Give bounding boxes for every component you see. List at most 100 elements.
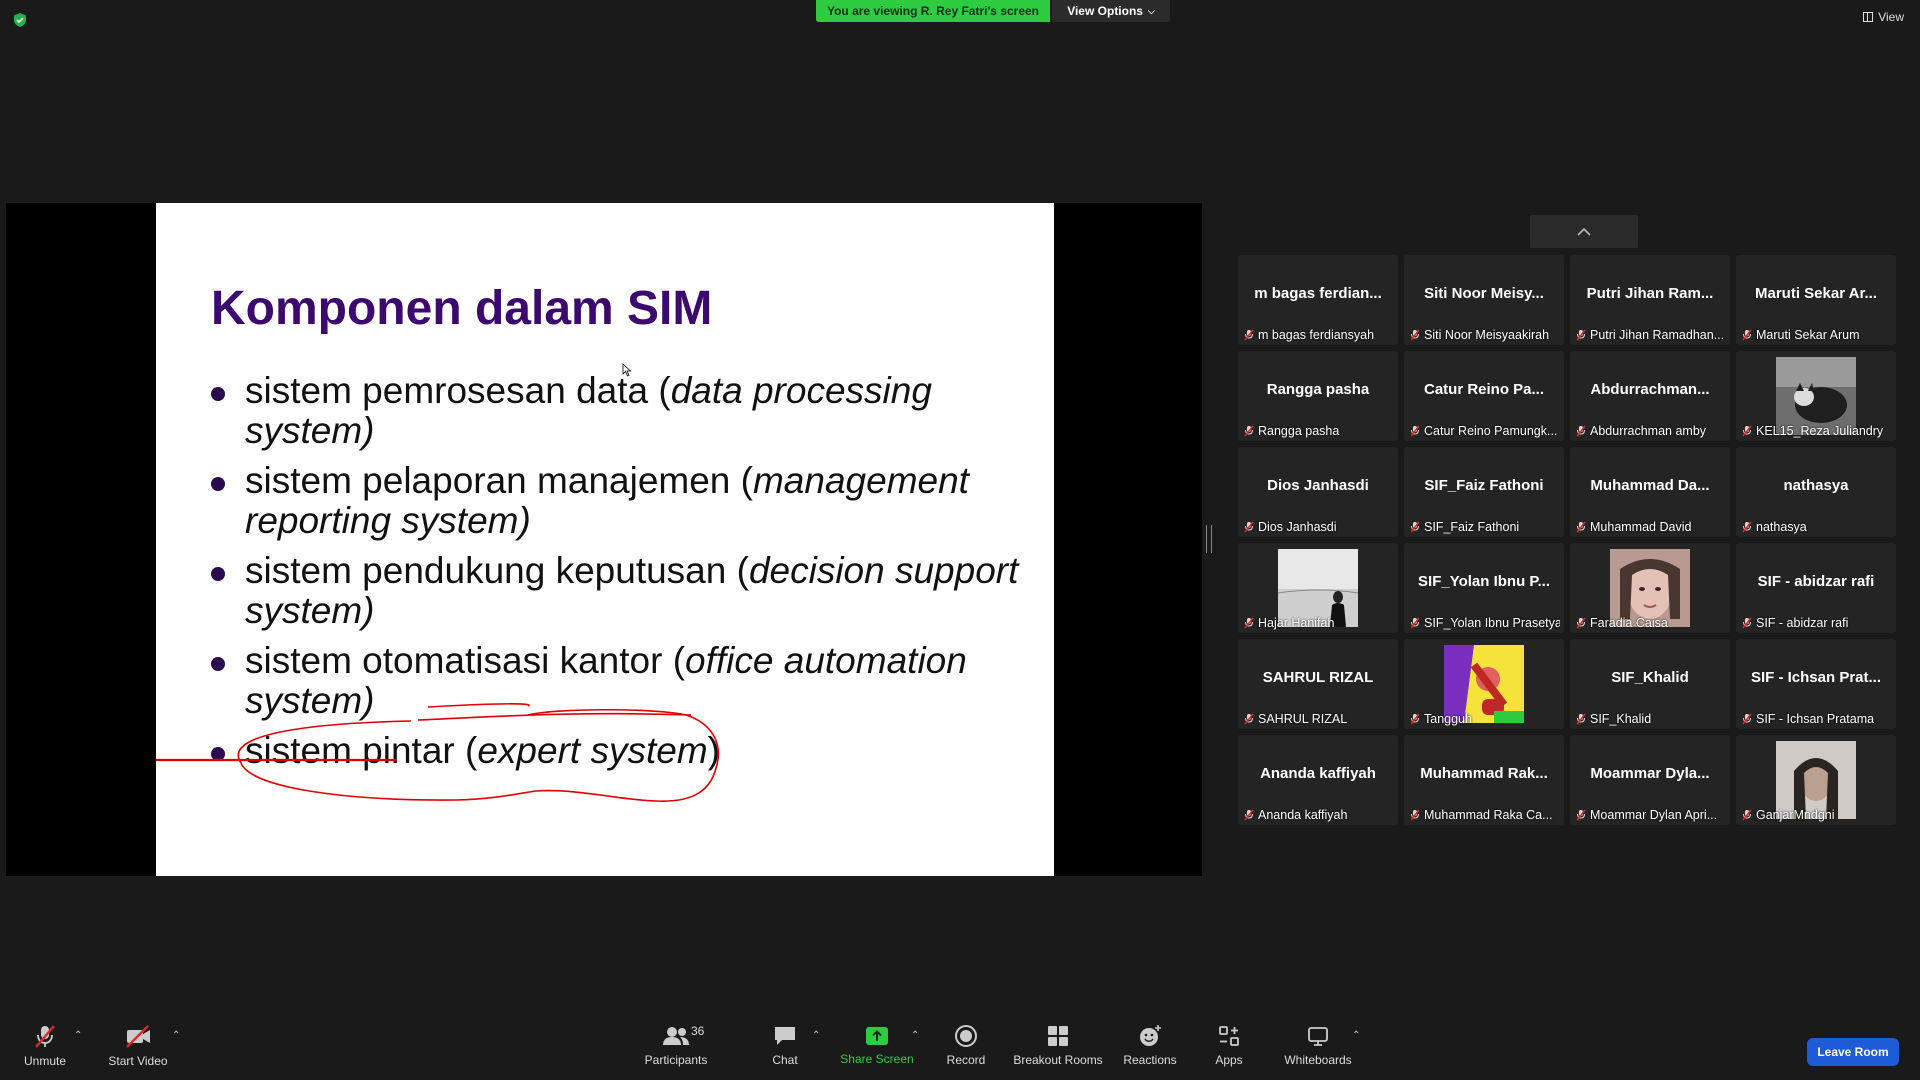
participant-name-label: Siti Noor Meisyaakirah: [1410, 328, 1560, 342]
apps-button[interactable]: Apps: [1212, 1010, 1246, 1080]
unmute-button[interactable]: Unmute: [20, 1010, 70, 1080]
apps-icon: [1219, 1025, 1239, 1046]
participant-display-name: Maruti Sekar Ar...: [1755, 285, 1877, 302]
participants-button[interactable]: Participants 36: [640, 1010, 712, 1080]
participant-tile[interactable]: Hajar Hanifah: [1238, 543, 1398, 633]
bullet-dot-icon: [211, 477, 225, 491]
presentation-slide: Komponen dalam SIM sistem pemrosesan dat…: [156, 203, 1054, 876]
shared-screen[interactable]: Komponen dalam SIM sistem pemrosesan dat…: [6, 203, 1202, 876]
panel-resize-handle[interactable]: [1206, 525, 1212, 553]
slide-bullet-list: sistem pemrosesan data (data processing …: [211, 371, 1021, 781]
participant-name-label: m bagas ferdiansyah: [1244, 328, 1394, 342]
record-icon: [955, 1024, 977, 1047]
reactions-smiley-icon: [1140, 1024, 1161, 1046]
bullet-dot-icon: [211, 567, 225, 581]
participant-tile[interactable]: m bagas ferdian... m bagas ferdiansyah: [1238, 255, 1398, 345]
muted-mic-icon: [1576, 809, 1586, 821]
participant-tile[interactable]: Faradia Caisa: [1570, 543, 1730, 633]
participant-name-label: SIF - Ichsan Pratama: [1742, 712, 1892, 726]
video-options-caret-icon[interactable]: ⌃: [172, 1030, 180, 1041]
chat-button[interactable]: Chat: [765, 1010, 805, 1080]
participant-tile[interactable]: Muhammad Da... Muhammad David: [1570, 447, 1730, 537]
participant-display-name: Ananda kaffiyah: [1260, 765, 1376, 782]
participant-tile[interactable]: Ananda kaffiyah Ananda kaffiyah: [1238, 735, 1398, 825]
muted-mic-icon: [1742, 425, 1752, 437]
participant-name-label: Moammar Dylan Apri...: [1576, 808, 1726, 822]
breakout-rooms-button[interactable]: Breakout Rooms: [1013, 1010, 1103, 1080]
muted-mic-icon: [1742, 521, 1752, 533]
participant-display-name: SIF_Khalid: [1611, 669, 1689, 686]
audio-options-caret-icon[interactable]: ⌃: [74, 1030, 82, 1041]
breakout-rooms-icon: [1048, 1025, 1068, 1046]
breakout-rooms-label: Breakout Rooms: [1013, 1052, 1103, 1067]
participant-tile[interactable]: SIF_Faiz Fathoni SIF_Faiz Fathoni: [1404, 447, 1564, 537]
muted-mic-icon: [1410, 809, 1420, 821]
participant-tile[interactable]: Catur Reino Pa... Catur Reino Pamungk...: [1404, 351, 1564, 441]
participant-name-label: SIF_Khalid: [1576, 712, 1726, 726]
record-button[interactable]: Record: [944, 1010, 988, 1080]
participant-name-label: SIF_Faiz Fathoni: [1410, 520, 1560, 534]
muted-mic-icon: [1244, 617, 1254, 629]
gallery-page-up-button[interactable]: [1530, 215, 1638, 248]
reactions-button[interactable]: Reactions: [1123, 1010, 1177, 1080]
participant-display-name: SIF - Ichsan Prat...: [1750, 669, 1882, 686]
participant-tile[interactable]: Tangguh: [1404, 639, 1564, 729]
share-options-caret-icon[interactable]: ⌃: [911, 1030, 919, 1041]
participant-label-text: Siti Noor Meisyaakirah: [1424, 328, 1550, 342]
participants-label: Participants: [644, 1052, 708, 1067]
slide-bullet: sistem pemrosesan data (data processing …: [211, 371, 1021, 451]
participant-tile[interactable]: Putri Jihan Ram... Putri Jihan Ramadhan..…: [1570, 255, 1730, 345]
chat-options-caret-icon[interactable]: ⌃: [812, 1030, 820, 1041]
security-shield-icon[interactable]: [12, 12, 28, 28]
meeting-toolbar: Unmute ⌃ Start Video ⌃ Participants 36 C…: [0, 1010, 1920, 1080]
participant-tile[interactable]: Muhammad Rak... Muhammad Raka Ca...: [1404, 735, 1564, 825]
whiteboards-options-caret-icon[interactable]: ⌃: [1352, 1030, 1360, 1041]
participant-tile[interactable]: SAHRUL RIZAL SAHRUL RIZAL: [1238, 639, 1398, 729]
participant-tile[interactable]: SIF_Yolan Ibnu P... SIF_Yolan Ibnu Praset…: [1404, 543, 1564, 633]
leave-room-button[interactable]: Leave Room: [1807, 1038, 1899, 1066]
bullet-dot-icon: [211, 387, 225, 401]
whiteboards-button[interactable]: Whiteboards: [1282, 1010, 1354, 1080]
participant-name-label: Tangguh: [1410, 712, 1560, 726]
participant-name-label: Putri Jihan Ramadhan...: [1576, 328, 1726, 342]
muted-mic-icon: [1244, 425, 1254, 437]
whiteboards-label: Whiteboards: [1284, 1052, 1352, 1067]
participant-display-name: SIF - abidzar rafi: [1757, 573, 1875, 590]
participant-tile[interactable]: SIF_Khalid SIF_Khalid: [1570, 639, 1730, 729]
participant-label-text: SIF - Ichsan Pratama: [1756, 712, 1875, 726]
participant-tile[interactable]: Moammar Dyla... Moammar Dylan Apri...: [1570, 735, 1730, 825]
participant-display-name: SAHRUL RIZAL: [1262, 669, 1374, 686]
participant-tile[interactable]: SIF - abidzar rafi SIF - abidzar rafi: [1736, 543, 1896, 633]
participant-tile[interactable]: Rangga pasha Rangga pasha: [1238, 351, 1398, 441]
slide-bullet: sistem otomatisasi kantor (office automa…: [211, 641, 1021, 721]
muted-mic-icon: [1410, 617, 1420, 629]
slide-bullet: sistem pintar (expert system): [211, 731, 1021, 771]
view-label: View: [1878, 10, 1904, 24]
participant-label-text: Muhammad Raka Ca...: [1424, 808, 1553, 822]
participant-label-text: Muhammad David: [1590, 520, 1692, 534]
participant-name-label: Rangga pasha: [1244, 424, 1394, 438]
participant-tile[interactable]: Dios Janhasdi Dios Janhasdi: [1238, 447, 1398, 537]
participant-display-name: nathasya: [1783, 477, 1849, 494]
participant-tile[interactable]: Abdurrachman... Abdurrachman amby: [1570, 351, 1730, 441]
participant-tile[interactable]: GanjarMndgni: [1736, 735, 1896, 825]
view-button[interactable]: View: [1863, 10, 1904, 24]
participant-tile[interactable]: SIF - Ichsan Prat... SIF - Ichsan Pratama: [1736, 639, 1896, 729]
start-video-label: Start Video: [108, 1053, 168, 1068]
participant-tile[interactable]: KEL15_Reza Juliandry: [1736, 351, 1896, 441]
participant-tile[interactable]: Maruti Sekar Ar... Maruti Sekar Arum: [1736, 255, 1896, 345]
slide-bullet: sistem pendukung keputusan (decision sup…: [211, 551, 1021, 631]
participant-label-text: nathasya: [1756, 520, 1807, 534]
participant-tile[interactable]: nathasya nathasya: [1736, 447, 1896, 537]
start-video-button[interactable]: Start Video: [105, 1010, 171, 1080]
share-screen-button[interactable]: Share Screen: [838, 1010, 916, 1080]
muted-mic-icon: [1410, 425, 1420, 437]
view-options-button[interactable]: View Options ⌵: [1052, 0, 1170, 22]
participant-label-text: Maruti Sekar Arum: [1756, 328, 1860, 342]
participant-display-name: Abdurrachman...: [1590, 381, 1710, 398]
participant-label-text: Rangga pasha: [1258, 424, 1340, 438]
participant-name-label: SAHRUL RIZAL: [1244, 712, 1394, 726]
viewing-screen-banner: You are viewing R. Rey Fatri's screen: [816, 0, 1050, 22]
muted-mic-icon: [1410, 329, 1420, 341]
participant-tile[interactable]: Siti Noor Meisy... Siti Noor Meisyaakirah: [1404, 255, 1564, 345]
